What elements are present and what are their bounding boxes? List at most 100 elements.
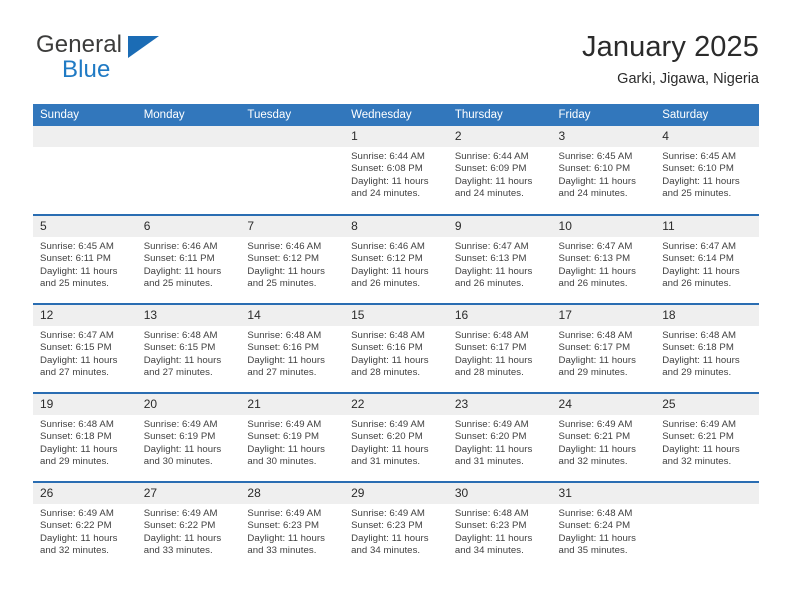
day-info-line: Sunrise: 6:47 AM — [662, 241, 737, 252]
day-info-line: and 28 minutes. — [454, 367, 524, 379]
calendar-day-cell[interactable]: 12 Sunrise: 6:47 AM Sunset: 6:15 PM Dayligh… — [33, 303, 137, 393]
calendar-day-cell[interactable]: 11 Sunrise: 6:47 AM Sunset: 6:14 PM Dayligh… — [655, 214, 759, 304]
calendar-day-cell[interactable]: 19 Sunrise: 6:48 AM Sunset: 6:18 PM Dayligh… — [33, 392, 137, 482]
day-info-line: and 32 minutes. — [40, 545, 110, 557]
day-sun-info: Sunrise: 6:49 AM Sunset: 6:22 PM Daylight:… — [33, 504, 137, 558]
calendar-day-cell[interactable]: 10 Sunrise: 6:47 AM Sunset: 6:13 PM Dayligh… — [551, 214, 656, 304]
day-info-line: and 29 minutes. — [662, 367, 732, 379]
day-info-line: Sunrise: 6:49 AM — [247, 419, 322, 430]
logo-text-blue: Blue — [62, 56, 111, 83]
day-info-line: Sunrise: 6:48 AM — [143, 330, 218, 341]
calendar-day-cell[interactable]: 8 Sunrise: 6:46 AM Sunset: 6:12 PM Daylight… — [344, 214, 448, 304]
day-info-line: Sunrise: 6:49 AM — [40, 508, 114, 519]
day-info-line: and 26 minutes. — [558, 278, 628, 290]
day-info-line: Sunset: 6:10 PM — [558, 163, 631, 175]
day-info-line: and 29 minutes. — [40, 456, 110, 468]
day-info-line: Sunset: 6:21 PM — [558, 431, 631, 443]
page-title: January 2025 — [582, 31, 759, 63]
day-info-line: and 24 minutes. — [454, 188, 524, 200]
day-number: 28 — [240, 483, 345, 504]
calendar-day-cell[interactable]: 5 Sunrise: 6:45 AM Sunset: 6:11 PM Daylight… — [33, 214, 137, 304]
day-info-line: Daylight: 11 hours — [558, 443, 637, 455]
calendar-day-cell[interactable]: 31 Sunrise: 6:48 AM Sunset: 6:24 PM Dayligh… — [551, 481, 656, 571]
day-number: 11 — [655, 216, 759, 237]
calendar-day-cell[interactable]: 30 Sunrise: 6:48 AM Sunset: 6:23 PM Dayligh… — [447, 481, 552, 571]
day-number — [33, 126, 137, 147]
day-info-line: Sunset: 6:12 PM — [247, 253, 320, 265]
day-number: 1 — [344, 126, 448, 147]
calendar-day-cell[interactable]: 24 Sunrise: 6:49 AM Sunset: 6:21 PM Dayligh… — [551, 392, 656, 482]
page-header: General Blue January 2025 Garki, Jigawa,… — [33, 28, 759, 96]
calendar-day-cell[interactable]: 2 Sunrise: 6:44 AM Sunset: 6:09 PM Daylight… — [447, 126, 552, 215]
day-info-line: Sunset: 6:22 PM — [143, 520, 216, 532]
day-number: 13 — [136, 305, 241, 326]
calendar-day-cell[interactable]: 22 Sunrise: 6:49 AM Sunset: 6:20 PM Dayligh… — [344, 392, 448, 482]
day-info-line: Sunrise: 6:45 AM — [662, 151, 737, 162]
day-sun-info: Sunrise: 6:47 AM Sunset: 6:14 PM Daylight:… — [655, 237, 759, 291]
day-info-line: Sunset: 6:21 PM — [662, 431, 734, 443]
day-info-line: Daylight: 11 hours — [40, 354, 118, 366]
day-sun-info — [33, 147, 137, 151]
calendar-page: General Blue January 2025 Garki, Jigawa,… — [0, 0, 792, 612]
day-number: 29 — [344, 483, 448, 504]
day-info-line: Sunrise: 6:49 AM — [351, 508, 425, 519]
day-info-line: Daylight: 11 hours — [143, 265, 222, 277]
day-info-line: Daylight: 11 hours — [662, 443, 740, 455]
calendar-day-cell[interactable]: 6 Sunrise: 6:46 AM Sunset: 6:11 PM Daylight… — [136, 214, 241, 304]
day-info-line: Daylight: 11 hours — [351, 354, 429, 366]
day-sun-info: Sunrise: 6:48 AM Sunset: 6:18 PM Daylight:… — [33, 415, 137, 469]
calendar-day-cell[interactable]: 21 Sunrise: 6:49 AM Sunset: 6:19 PM Dayligh… — [240, 392, 345, 482]
day-info-line: Sunrise: 6:46 AM — [247, 241, 322, 252]
calendar-day-cell[interactable]: 16 Sunrise: 6:48 AM Sunset: 6:17 PM Dayligh… — [447, 303, 552, 393]
day-info-line: and 25 minutes. — [247, 278, 317, 290]
calendar-day-cell[interactable]: 20 Sunrise: 6:49 AM Sunset: 6:19 PM Dayligh… — [136, 392, 241, 482]
day-info-line: and 31 minutes. — [454, 456, 524, 468]
day-sun-info: Sunrise: 6:44 AM Sunset: 6:09 PM Daylight:… — [448, 147, 552, 201]
day-number: 8 — [344, 216, 448, 237]
day-sun-info: Sunrise: 6:46 AM Sunset: 6:12 PM Daylight:… — [240, 237, 344, 291]
calendar-day-cell[interactable]: 17 Sunrise: 6:48 AM Sunset: 6:17 PM Dayligh… — [551, 303, 656, 393]
day-sun-info: Sunrise: 6:49 AM Sunset: 6:20 PM Daylight:… — [448, 415, 552, 469]
calendar-day-cell[interactable]: 4 Sunrise: 6:45 AM Sunset: 6:10 PM Daylight… — [655, 126, 759, 215]
calendar-day-cell[interactable]: 18 Sunrise: 6:48 AM Sunset: 6:18 PM Dayligh… — [655, 303, 759, 393]
calendar-day-cell[interactable]: 15 Sunrise: 6:48 AM Sunset: 6:16 PM Dayligh… — [344, 303, 448, 393]
calendar-day-cell[interactable]: 14 Sunrise: 6:48 AM Sunset: 6:16 PM Dayligh… — [240, 303, 345, 393]
calendar-day-cell[interactable]: 13 Sunrise: 6:48 AM Sunset: 6:15 PM Dayligh… — [136, 303, 241, 393]
day-info-line: and 32 minutes. — [662, 456, 732, 468]
day-info-line: Sunrise: 6:48 AM — [454, 330, 529, 341]
day-sun-info: Sunrise: 6:47 AM Sunset: 6:15 PM Daylight:… — [33, 326, 137, 380]
calendar-day-cell[interactable]: 1 Sunrise: 6:44 AM Sunset: 6:08 PM Daylight… — [344, 126, 448, 215]
calendar-day-cell[interactable]: 28 Sunrise: 6:49 AM Sunset: 6:23 PM Dayligh… — [240, 481, 345, 571]
calendar-day-cell[interactable]: 9 Sunrise: 6:47 AM Sunset: 6:13 PM Daylight… — [447, 214, 552, 304]
calendar-week-row: 1 Sunrise: 6:44 AM Sunset: 6:08 PM Daylight… — [33, 126, 759, 215]
day-sun-info — [137, 147, 241, 151]
day-info-line: Sunset: 6:20 PM — [351, 431, 423, 443]
day-info-line: Sunset: 6:19 PM — [247, 431, 320, 443]
calendar-day-cell[interactable]: 25 Sunrise: 6:49 AM Sunset: 6:21 PM Dayligh… — [655, 392, 759, 482]
day-number: 6 — [136, 216, 241, 237]
day-sun-info: Sunrise: 6:47 AM Sunset: 6:13 PM Daylight:… — [448, 237, 552, 291]
day-info-line: Daylight: 11 hours — [40, 443, 118, 455]
day-info-line: and 24 minutes. — [558, 188, 628, 200]
day-info-line: and 26 minutes. — [351, 278, 421, 290]
day-info-line: Sunset: 6:23 PM — [351, 520, 423, 532]
calendar-day-cell[interactable]: 7 Sunrise: 6:46 AM Sunset: 6:12 PM Daylight… — [240, 214, 345, 304]
day-sun-info — [655, 504, 759, 508]
day-sun-info: Sunrise: 6:49 AM Sunset: 6:23 PM Daylight:… — [240, 504, 344, 558]
calendar-day-cell[interactable]: 27 Sunrise: 6:49 AM Sunset: 6:22 PM Dayligh… — [136, 481, 241, 571]
day-info-line: Daylight: 11 hours — [454, 354, 533, 366]
calendar-day-cell[interactable]: 26 Sunrise: 6:49 AM Sunset: 6:22 PM Dayligh… — [33, 481, 137, 571]
calendar-day-cell[interactable]: 3 Sunrise: 6:45 AM Sunset: 6:10 PM Daylight… — [551, 126, 656, 215]
day-info-line: Sunrise: 6:46 AM — [351, 241, 425, 252]
day-info-line: Sunset: 6:18 PM — [662, 342, 734, 354]
day-info-line: Daylight: 11 hours — [351, 175, 429, 187]
day-info-line: Sunset: 6:24 PM — [558, 520, 631, 532]
day-info-line: Sunset: 6:15 PM — [143, 342, 216, 354]
day-info-line: Sunrise: 6:45 AM — [558, 151, 633, 162]
calendar-day-cell[interactable]: 23 Sunrise: 6:49 AM Sunset: 6:20 PM Dayligh… — [447, 392, 552, 482]
calendar-day-cell[interactable]: 29 Sunrise: 6:49 AM Sunset: 6:23 PM Dayligh… — [344, 481, 448, 571]
day-info-line: and 27 minutes. — [143, 367, 213, 379]
day-info-line: Daylight: 11 hours — [454, 443, 533, 455]
day-info-line: Daylight: 11 hours — [558, 265, 637, 277]
day-info-line: Sunrise: 6:46 AM — [143, 241, 218, 252]
